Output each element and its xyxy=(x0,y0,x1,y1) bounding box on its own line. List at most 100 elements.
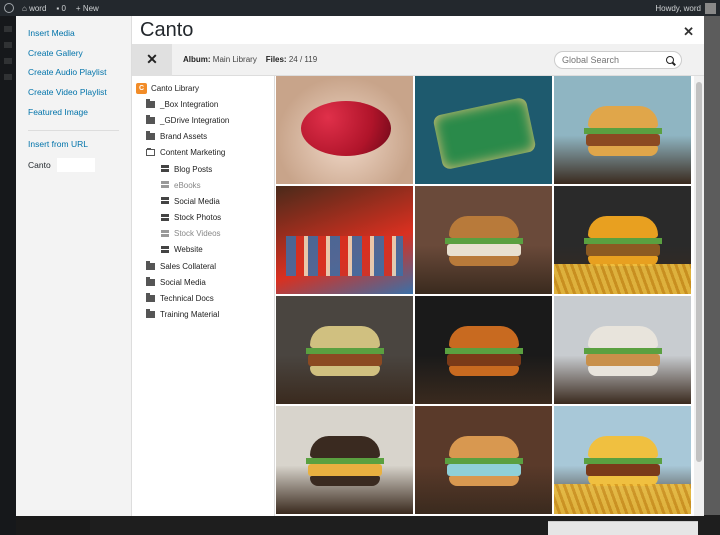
tree-node-label: Brand Assets xyxy=(160,132,208,142)
album-info: Album: Main Library Files: 24 / 119 xyxy=(183,55,317,64)
folder-icon xyxy=(146,293,155,303)
media-menu: Insert Media Create Gallery Create Audio… xyxy=(16,16,132,516)
folder-icon xyxy=(146,98,155,108)
image-thumbnail[interactable] xyxy=(415,76,552,184)
tree-close-button[interactable]: ✕ xyxy=(132,43,172,76)
tree-node[interactable]: Website xyxy=(132,242,274,258)
howdy-text: Howdy, word xyxy=(655,3,701,13)
scrollbar-thumb[interactable] xyxy=(696,82,702,462)
image-thumbnail[interactable] xyxy=(554,296,691,404)
menu-insert-media[interactable]: Insert Media xyxy=(16,26,131,46)
image-thumbnail[interactable] xyxy=(554,76,691,184)
background-tags-panel xyxy=(548,521,698,535)
tree-node-label: Stock Videos xyxy=(174,229,221,239)
image-grid xyxy=(276,76,694,516)
image-thumbnail[interactable] xyxy=(415,186,552,294)
tree-node[interactable]: Stock Photos xyxy=(132,210,274,226)
search-icon[interactable] xyxy=(666,56,674,64)
tree-node-label: Content Marketing xyxy=(160,148,226,158)
image-thumbnail[interactable] xyxy=(554,186,691,294)
tree-node[interactable]: Social Media xyxy=(132,193,274,209)
tree-node-label: Technical Docs xyxy=(160,294,214,304)
image-thumbnail[interactable] xyxy=(554,406,691,514)
tree-node[interactable]: Technical Docs xyxy=(132,290,274,306)
search-input[interactable] xyxy=(562,55,662,65)
menu-separator xyxy=(28,130,119,132)
tree-node[interactable]: Sales Collateral xyxy=(132,258,274,274)
tree-node[interactable]: eBooks xyxy=(132,177,274,193)
tree-node-label: Blog Posts xyxy=(174,164,213,174)
folder-open-icon xyxy=(146,148,155,157)
admin-bar: ⌂ word ▪ 0 + New Howdy, word xyxy=(0,0,720,16)
tree-nodes: _Box Integration _GDrive Integration Brand… xyxy=(132,96,274,323)
background-panel xyxy=(704,16,720,535)
new-content-item[interactable]: + New xyxy=(76,4,99,13)
close-icon[interactable]: ✕ xyxy=(683,24,694,40)
files-label: Files: xyxy=(265,55,287,64)
user-account[interactable]: Howdy, word xyxy=(655,0,716,16)
folder-icon xyxy=(146,260,155,270)
site-name[interactable]: word xyxy=(29,4,46,13)
tree-node[interactable]: _Box Integration xyxy=(132,96,274,112)
tree-root-label: Canto Library xyxy=(151,83,200,93)
folder-icon xyxy=(146,276,155,286)
menu-featured-image[interactable]: Featured Image xyxy=(16,105,131,125)
grid-scrollbar[interactable] xyxy=(694,76,704,516)
tree-node-label: Training Material xyxy=(160,310,220,320)
files-value: 24 / 119 xyxy=(288,55,318,64)
wordpress-logo-icon[interactable] xyxy=(4,3,14,13)
album-icon xyxy=(161,181,169,189)
menu-canto-label: Canto xyxy=(28,160,51,171)
home-icon[interactable]: ⌂ word xyxy=(22,4,46,13)
tree-node-label: Stock Photos xyxy=(174,213,222,223)
album-icon xyxy=(161,165,169,173)
image-thumbnail[interactable] xyxy=(276,76,413,184)
tree-node[interactable]: Blog Posts xyxy=(132,161,274,177)
comments-count: 0 xyxy=(61,3,66,13)
tree-node-label: _GDrive Integration xyxy=(160,115,230,125)
album-value: Main Library xyxy=(212,55,257,64)
folder-icon xyxy=(146,131,155,141)
menu-insert-from-url[interactable]: Insert from URL xyxy=(16,137,131,157)
new-label: New xyxy=(82,3,99,13)
tree-node[interactable]: Training Material xyxy=(132,307,274,323)
album-label: Album: xyxy=(183,55,211,64)
album-icon xyxy=(161,229,169,238)
folder-icon xyxy=(146,114,155,124)
tree-node-label: Social Media xyxy=(160,277,206,287)
image-thumbnail[interactable] xyxy=(415,406,552,514)
album-icon xyxy=(161,197,169,205)
frame-title: Canto xyxy=(140,18,194,41)
avatar xyxy=(705,2,716,14)
tree-node-label: Website xyxy=(174,245,203,255)
image-thumbnail[interactable] xyxy=(276,186,413,294)
media-modal: Insert Media Create Gallery Create Audio… xyxy=(16,16,704,516)
menu-create-audio-playlist[interactable]: Create Audio Playlist xyxy=(16,65,131,85)
tree-root[interactable]: C Canto Library xyxy=(132,80,274,96)
image-thumbnail[interactable] xyxy=(415,296,552,404)
menu-create-video-playlist[interactable]: Create Video Playlist xyxy=(16,85,131,105)
canto-logo-icon: C xyxy=(136,82,147,94)
canto-toolbar: ✕ Album: Main Library Files: 24 / 119 xyxy=(132,43,704,76)
image-thumbnail[interactable] xyxy=(276,406,413,514)
folder-tree: C Canto Library _Box Integration _GDrive … xyxy=(132,76,275,516)
album-icon xyxy=(161,245,169,254)
image-thumbnail[interactable] xyxy=(276,296,413,404)
menu-canto[interactable]: Canto xyxy=(16,157,131,173)
tree-node-label: _Box Integration xyxy=(160,99,219,109)
album-icon xyxy=(161,213,169,222)
menu-create-gallery[interactable]: Create Gallery xyxy=(16,46,131,66)
tree-node[interactable]: Stock Videos xyxy=(132,226,274,242)
active-indicator xyxy=(56,158,95,173)
tree-node[interactable]: Content Marketing xyxy=(132,145,274,161)
media-frame: Canto ✕ ✕ Album: Main Library Files: 24 … xyxy=(132,16,704,516)
tree-node[interactable]: Brand Assets xyxy=(132,129,274,145)
tree-node[interactable]: _GDrive Integration xyxy=(132,112,274,128)
comments-icon[interactable]: ▪ 0 xyxy=(56,4,66,13)
tree-node-label: Sales Collateral xyxy=(160,261,217,271)
global-search[interactable] xyxy=(554,51,682,69)
tree-node-label: eBooks xyxy=(174,180,201,190)
folder-icon xyxy=(146,309,155,319)
tree-node-label: Social Media xyxy=(174,196,220,206)
tree-node[interactable]: Social Media xyxy=(132,274,274,290)
